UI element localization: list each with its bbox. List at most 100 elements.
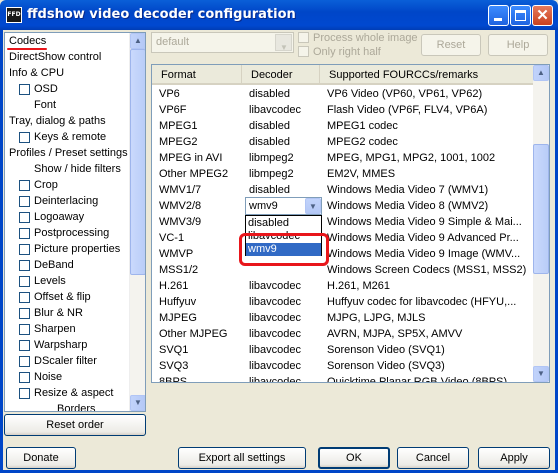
decoder-cell[interactable]: libavcodec (249, 295, 321, 309)
table-row[interactable]: MPEG1 disabled MPEG1 codec (152, 119, 533, 133)
decoder-cell[interactable]: libmpeg2 (249, 167, 321, 181)
table-row[interactable]: SVQ1 libavcodec Sorenson Video (SVQ1) (152, 343, 533, 357)
fourcc-cell: Windows Media Video 9 Simple & Mai... (327, 216, 522, 228)
tree-item-label: Noise (34, 371, 63, 383)
tree-item-label: DeBand (34, 259, 74, 271)
checkbox-box[interactable] (298, 46, 309, 57)
format-cell: H.261 (159, 280, 189, 292)
table-row[interactable]: Huffyuv libavcodec Huffyuv codec for libav… (152, 295, 533, 309)
preset-combo[interactable]: default ▼ (151, 32, 294, 53)
decoder-cell[interactable]: libavcodec (249, 279, 321, 293)
table-scroll-up-button[interactable]: ▲ (533, 65, 549, 81)
decoder-combo-dropdown-button[interactable]: ▼ (305, 198, 321, 214)
tree-checkbox[interactable] (19, 388, 30, 399)
table-row[interactable]: WMV3/9 Windows Media Video 9 Simple & Mai… (152, 215, 533, 229)
preset-combo-dropdown-button[interactable]: ▼ (275, 34, 292, 52)
tree-checkbox[interactable] (19, 244, 30, 255)
table-row[interactable]: MPEG in AVI libmpeg2 MPEG, MPG1, MPG2, 100… (152, 151, 533, 165)
tree-checkbox[interactable] (19, 276, 30, 287)
tree-checkbox[interactable] (19, 212, 30, 223)
close-button[interactable]: ✕ (532, 5, 553, 26)
column-header-decoder[interactable]: Decoder (242, 65, 320, 85)
tree-checkbox[interactable] (19, 196, 30, 207)
decoder-cell[interactable]: libavcodec (249, 311, 321, 325)
tree-scrollbar[interactable]: ▲ ▼ (129, 33, 145, 411)
tree-checkbox[interactable] (19, 260, 30, 271)
format-cell: VP6 (159, 88, 180, 100)
tree-checkbox[interactable] (19, 340, 30, 351)
decoder-cell[interactable]: libavcodec (249, 343, 321, 357)
title-bar: FFD ffdshow video decoder configuration … (0, 0, 558, 30)
decoder-cell[interactable]: disabled (249, 119, 321, 133)
tree-scroll-up-button[interactable]: ▲ (130, 33, 145, 49)
column-header-fourccs[interactable]: Supported FOURCCs/remarks (320, 65, 533, 85)
decoder-cell[interactable]: libmpeg2 (249, 151, 321, 165)
tree-checkbox[interactable] (19, 372, 30, 383)
table-row[interactable]: 8BPS libavcodec Quicktime Planar RGB Video… (152, 375, 533, 382)
tree-checkbox[interactable] (19, 84, 30, 95)
checkbox-label: Only right half (313, 46, 381, 58)
table-row[interactable]: WMV2/8disabledWindows Media Video 8 (WMV… (152, 199, 533, 213)
tree-item-label: DScaler filter (34, 355, 97, 367)
decoder-cell[interactable]: disabled (249, 87, 321, 101)
format-cell: Huffyuv (159, 296, 197, 308)
dropdown-option-disabled[interactable]: disabled (246, 217, 321, 230)
decoder-combo-value: wmv9 (249, 200, 278, 212)
format-cell: WMVP (159, 248, 194, 260)
table-row[interactable]: VP6 disabled VP6 Video (VP60, VP61, VP62) (152, 87, 533, 101)
ok-button[interactable]: OK (318, 447, 390, 469)
fourcc-cell: EM2V, MMES (327, 168, 396, 180)
decoder-cell[interactable]: libavcodec (249, 375, 321, 382)
tree-checkbox[interactable] (19, 292, 30, 303)
format-cell: WMV1/7 (159, 184, 202, 196)
table-row[interactable]: VP6F libavcodec Flash Video (VP6F, FLV4, V… (152, 103, 533, 117)
reset-button[interactable]: Reset (421, 34, 481, 56)
table-row[interactable]: Other MJPEG libavcodec AVRN, MJPA, SP5X, A… (152, 327, 533, 341)
tree-item-label: Resize & aspect (34, 387, 114, 399)
maximize-button[interactable] (510, 5, 531, 26)
reset-order-button[interactable]: Reset order (4, 414, 146, 436)
tree-checkbox[interactable] (19, 356, 30, 367)
format-cell: MPEG in AVI (159, 152, 223, 164)
fourcc-cell: MPEG, MPG1, MPG2, 1001, 1002 (327, 152, 496, 164)
apply-button[interactable]: Apply (478, 447, 550, 469)
table-scroll-thumb[interactable] (533, 144, 549, 274)
tree-checkbox[interactable] (19, 228, 30, 239)
tree-item-label: Show / hide filters (34, 163, 121, 175)
table-row[interactable]: VC-1 Windows Media Video 9 Advanced Pr... (152, 231, 533, 245)
checkbox-box[interactable] (298, 32, 309, 43)
table-row[interactable]: SVQ3 libavcodec Sorenson Video (SVQ3) (152, 359, 533, 373)
donate-button[interactable]: Donate (6, 447, 76, 469)
decoder-cell[interactable]: disabled (249, 135, 321, 149)
decoder-cell[interactable]: libavcodec (249, 103, 321, 117)
tree-item-label: Postprocessing (34, 227, 110, 239)
help-button[interactable]: Help (488, 34, 548, 56)
tree-scroll-thumb[interactable] (130, 49, 145, 275)
table-row[interactable]: WMVP Windows Media Video 9 Image (WMV... (152, 247, 533, 261)
tree-scroll-down-button[interactable]: ▼ (130, 395, 145, 411)
window-border-left (0, 30, 3, 473)
tree-checkbox[interactable] (19, 132, 30, 143)
fourcc-cell: Windows Media Video 8 (WMV2) (327, 200, 489, 212)
decoder-cell[interactable]: libavcodec (249, 327, 321, 341)
minimize-button[interactable] (488, 5, 509, 26)
decoder-combo-wmv3[interactable]: wmv9 ▼ (245, 197, 322, 215)
table-scroll-down-button[interactable]: ▼ (533, 366, 549, 382)
tree-checkbox[interactable] (19, 308, 30, 319)
codec-table[interactable]: Format Decoder Supported FOURCCs/remarks… (151, 64, 550, 383)
tree-checkbox[interactable] (19, 180, 30, 191)
table-row[interactable]: MPEG2 disabled MPEG2 codec (152, 135, 533, 149)
table-row[interactable]: MJPEG libavcodec MJPG, LJPG, MJLS (152, 311, 533, 325)
decoder-cell[interactable]: libavcodec (249, 359, 321, 373)
table-row[interactable]: H.261 libavcodec H.261, M261 (152, 279, 533, 293)
table-row[interactable]: Other MPEG2 libmpeg2 EM2V, MMES (152, 167, 533, 181)
tree-checkbox[interactable] (19, 324, 30, 335)
table-scrollbar[interactable]: ▲ ▼ (533, 65, 549, 382)
table-row[interactable]: MSS1/2 Windows Screen Codecs (MSS1, MSS2) (152, 263, 533, 277)
cancel-button[interactable]: Cancel (397, 447, 469, 469)
decoder-cell[interactable]: disabled (249, 183, 321, 197)
export-all-settings-button[interactable]: Export all settings (178, 447, 306, 469)
settings-tree[interactable]: Codecs DirectShow control Info & CPU OSD… (4, 32, 146, 412)
table-row[interactable]: WMV1/7 disabled Windows Media Video 7 (WMV… (152, 183, 533, 197)
column-header-format[interactable]: Format (152, 65, 242, 85)
